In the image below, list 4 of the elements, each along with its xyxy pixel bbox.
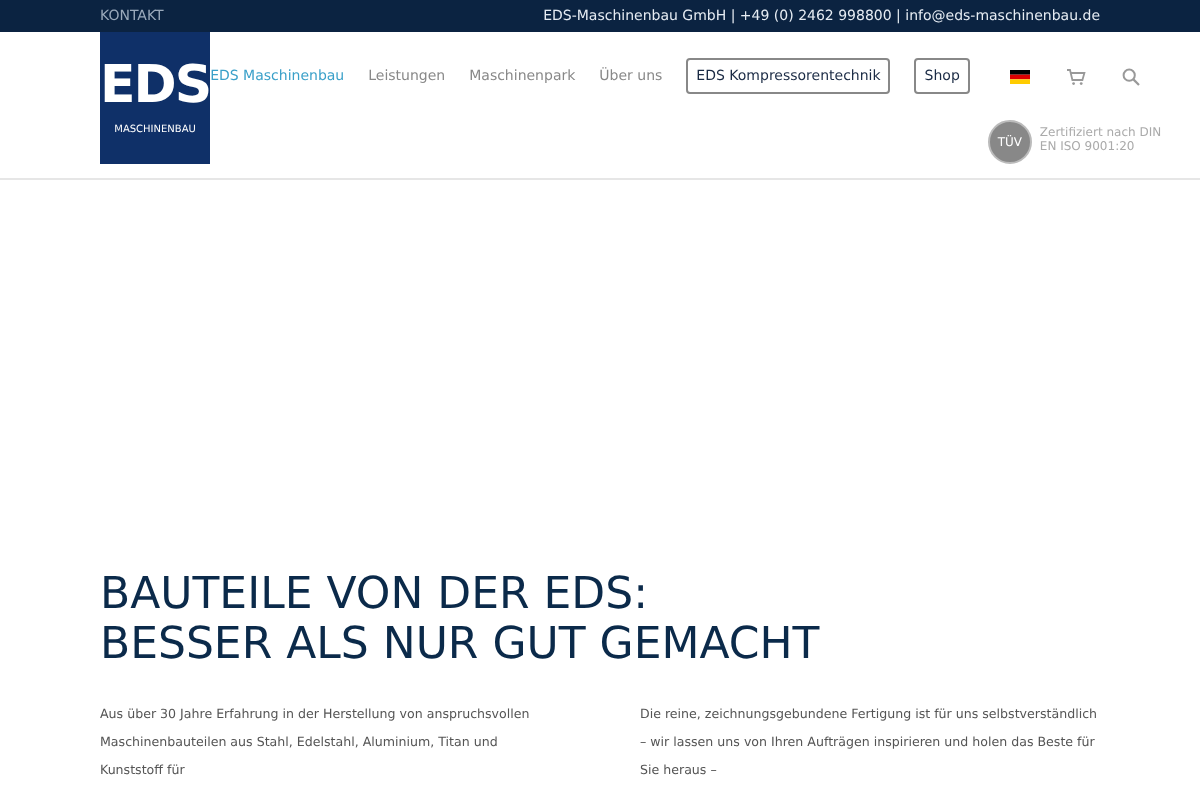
cart-icon[interactable] [1065, 67, 1086, 85]
headline: BAUTEILE VON DER EDS: BESSER ALS NUR GUT GEMACHT [100, 570, 822, 670]
search-icon[interactable] [1121, 67, 1140, 85]
german-flag-icon[interactable] [1009, 69, 1030, 83]
